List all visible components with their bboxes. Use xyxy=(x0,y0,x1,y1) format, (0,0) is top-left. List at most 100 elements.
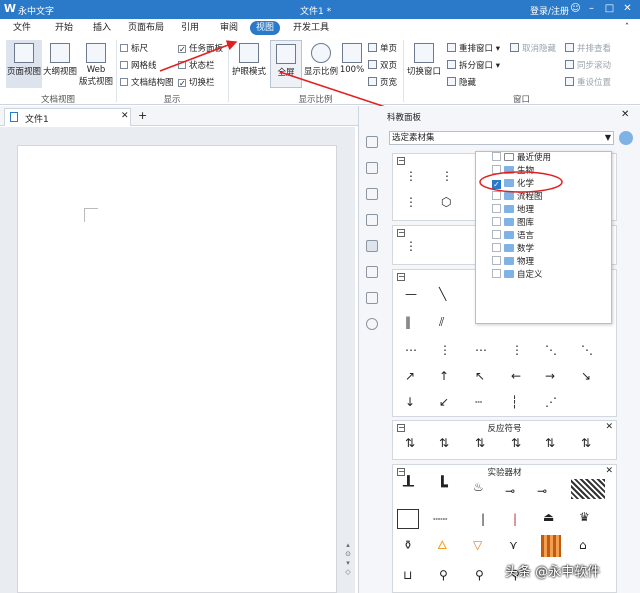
dashed-vertical-bond-icon[interactable]: ┆ xyxy=(511,396,518,408)
dropdown-item-gallery[interactable]: 图库 xyxy=(492,217,534,229)
folder-icon xyxy=(504,257,514,265)
wire-gauze-icon[interactable] xyxy=(571,479,605,499)
folder-icon xyxy=(504,218,514,226)
dotted-diagonal-bond-icon[interactable]: ⋱ xyxy=(545,344,557,356)
section-close-icon[interactable]: ✕ xyxy=(605,466,613,476)
document-tab[interactable]: 文件1 ✕ xyxy=(4,108,131,126)
settings-icon[interactable] xyxy=(619,131,633,145)
chevron-down-icon: ▼ xyxy=(604,133,611,142)
copy-icon[interactable] xyxy=(366,266,378,278)
dashed-line-icon[interactable]: ┄┄ xyxy=(433,513,447,525)
checkbox-icon xyxy=(492,243,501,252)
burner-icon[interactable]: ♨ xyxy=(473,481,484,493)
arrow-se-icon[interactable]: ↘ xyxy=(581,370,591,382)
arrow-down-icon[interactable]: ↓ xyxy=(405,396,415,408)
structure-icon[interactable]: ⋮ xyxy=(405,240,417,252)
dropdown-item-math[interactable]: 数学 xyxy=(492,243,534,255)
document-page[interactable] xyxy=(17,145,337,593)
flame-large-icon[interactable] xyxy=(541,535,561,557)
reaction-symbol-icon[interactable]: ⇅ xyxy=(511,437,521,449)
dropdown-item-recent[interactable]: 最近使用 xyxy=(492,152,551,164)
checkbox-icon xyxy=(492,204,501,213)
dropper-icon[interactable]: ⊸ xyxy=(537,485,547,497)
diagonal-bond-icon[interactable]: ╲ xyxy=(439,288,446,300)
reaction-symbol-icon[interactable]: ⇅ xyxy=(405,437,415,449)
arrow-ne-icon[interactable]: ↗ xyxy=(405,370,415,382)
arrow-to-review-tab xyxy=(159,40,238,72)
panel-close-icon[interactable]: ✕ xyxy=(621,109,629,120)
edit-icon[interactable] xyxy=(366,292,378,304)
molecule-icon[interactable]: ⋮ xyxy=(405,170,417,182)
checkbox-icon xyxy=(492,269,501,278)
vertical-scroll-buttons[interactable]: ▴ ⊙ ▾ ◇ xyxy=(343,541,353,593)
double-bond-icon[interactable]: ‖ xyxy=(405,316,411,328)
help-icon[interactable] xyxy=(366,318,378,330)
collapse-icon[interactable]: − xyxy=(397,229,405,237)
document-workspace: ▴ ⊙ ▾ ◇ xyxy=(0,127,355,593)
flask-icon[interactable]: ⚲ xyxy=(475,569,484,581)
collapse-icon[interactable]: − xyxy=(397,273,405,281)
funnel-icon[interactable]: ⋎ xyxy=(509,539,518,551)
document-tab-strip: 文件1 ✕ + xyxy=(0,106,360,126)
sliders-icon[interactable] xyxy=(366,162,378,174)
lamp-icon[interactable]: ⏏ xyxy=(543,511,554,523)
dotted-vertical-bond-icon[interactable]: ⋮ xyxy=(511,344,523,356)
glass-rod-icon[interactable]: | xyxy=(481,513,485,525)
folder-icon xyxy=(504,205,514,213)
thermometer-icon[interactable]: ⊸ xyxy=(505,485,515,497)
flask-icon[interactable]: ⚲ xyxy=(439,569,448,581)
checkbox-icon xyxy=(492,217,501,226)
dropdown-item-physics[interactable]: 物理 xyxy=(492,256,534,268)
dotted-vertical-bond-icon[interactable]: ⋮ xyxy=(439,344,451,356)
single-bond-icon[interactable]: — xyxy=(405,288,417,300)
checkbox-icon xyxy=(492,230,501,239)
molecule-icon[interactable]: ⋮ xyxy=(441,170,453,182)
arrow-right-icon[interactable]: → xyxy=(545,370,555,382)
highlight-ellipse xyxy=(479,171,563,193)
flame-icon[interactable]: ▽ xyxy=(473,539,482,551)
folder-icon xyxy=(504,244,514,252)
alcohol-lamp-icon[interactable]: ⚱ xyxy=(403,539,413,551)
molecule-icon[interactable]: ⋮ xyxy=(405,196,417,208)
pen-icon[interactable] xyxy=(366,136,378,148)
crucible-icon[interactable]: ♛ xyxy=(579,511,590,523)
reaction-symbol-icon[interactable]: ⇅ xyxy=(545,437,555,449)
arrow-nw-icon[interactable]: ↖ xyxy=(475,370,485,382)
dashed-diagonal-bond-icon[interactable]: ⋰ xyxy=(545,396,557,408)
layers-icon[interactable] xyxy=(366,188,378,200)
checkbox-icon xyxy=(492,152,501,161)
dotted-bond-icon[interactable]: ⋯ xyxy=(475,344,487,356)
rod-icon[interactable]: | xyxy=(513,513,517,525)
box-icon[interactable] xyxy=(397,509,419,529)
arrow-sw-icon[interactable]: ↙ xyxy=(439,396,449,408)
flame-icon[interactable]: 🜂 xyxy=(437,539,448,551)
panel-title: 科教面板 xyxy=(387,113,422,123)
material-set-select[interactable]: 选定素材集 ▼ xyxy=(389,131,614,145)
diagonal-double-bond-icon[interactable]: ⫽ xyxy=(439,316,444,328)
arrow-left-icon[interactable]: ← xyxy=(511,370,521,382)
reaction-symbol-icon[interactable]: ⇅ xyxy=(475,437,485,449)
dropdown-item-language[interactable]: 语言 xyxy=(492,230,534,242)
stand-icon[interactable]: ┗ xyxy=(437,478,448,496)
beaker-icon[interactable]: ⊔ xyxy=(403,569,412,581)
bell-jar-icon[interactable]: ⌂ xyxy=(579,539,587,551)
dashed-bond-icon[interactable]: ┄ xyxy=(475,396,482,408)
folder-icon xyxy=(504,270,514,278)
stand-icon[interactable]: ┸ xyxy=(403,478,414,496)
new-tab-icon[interactable]: + xyxy=(138,109,147,122)
dotted-bond-icon[interactable]: ⋯ xyxy=(405,344,417,356)
dropdown-item-geography[interactable]: 地理 xyxy=(492,204,534,216)
reaction-symbol-icon[interactable]: ⇅ xyxy=(581,437,591,449)
panel-sidebar xyxy=(359,126,385,593)
clipboard-icon[interactable] xyxy=(366,240,378,252)
dropdown-item-custom[interactable]: 自定义 xyxy=(492,269,543,281)
collapse-icon[interactable]: − xyxy=(397,157,405,165)
flask-icon[interactable]: ⬡ xyxy=(441,196,451,208)
section-close-icon[interactable]: ✕ xyxy=(605,422,613,432)
arrow-up-icon[interactable]: ↑ xyxy=(439,370,449,382)
close-tab-icon[interactable]: ✕ xyxy=(121,111,129,121)
document-icon xyxy=(504,153,514,161)
reaction-symbol-icon[interactable]: ⇅ xyxy=(439,437,449,449)
dotted-diagonal-bond-icon[interactable]: ⋱ xyxy=(581,344,593,356)
lock-icon[interactable] xyxy=(366,214,378,226)
